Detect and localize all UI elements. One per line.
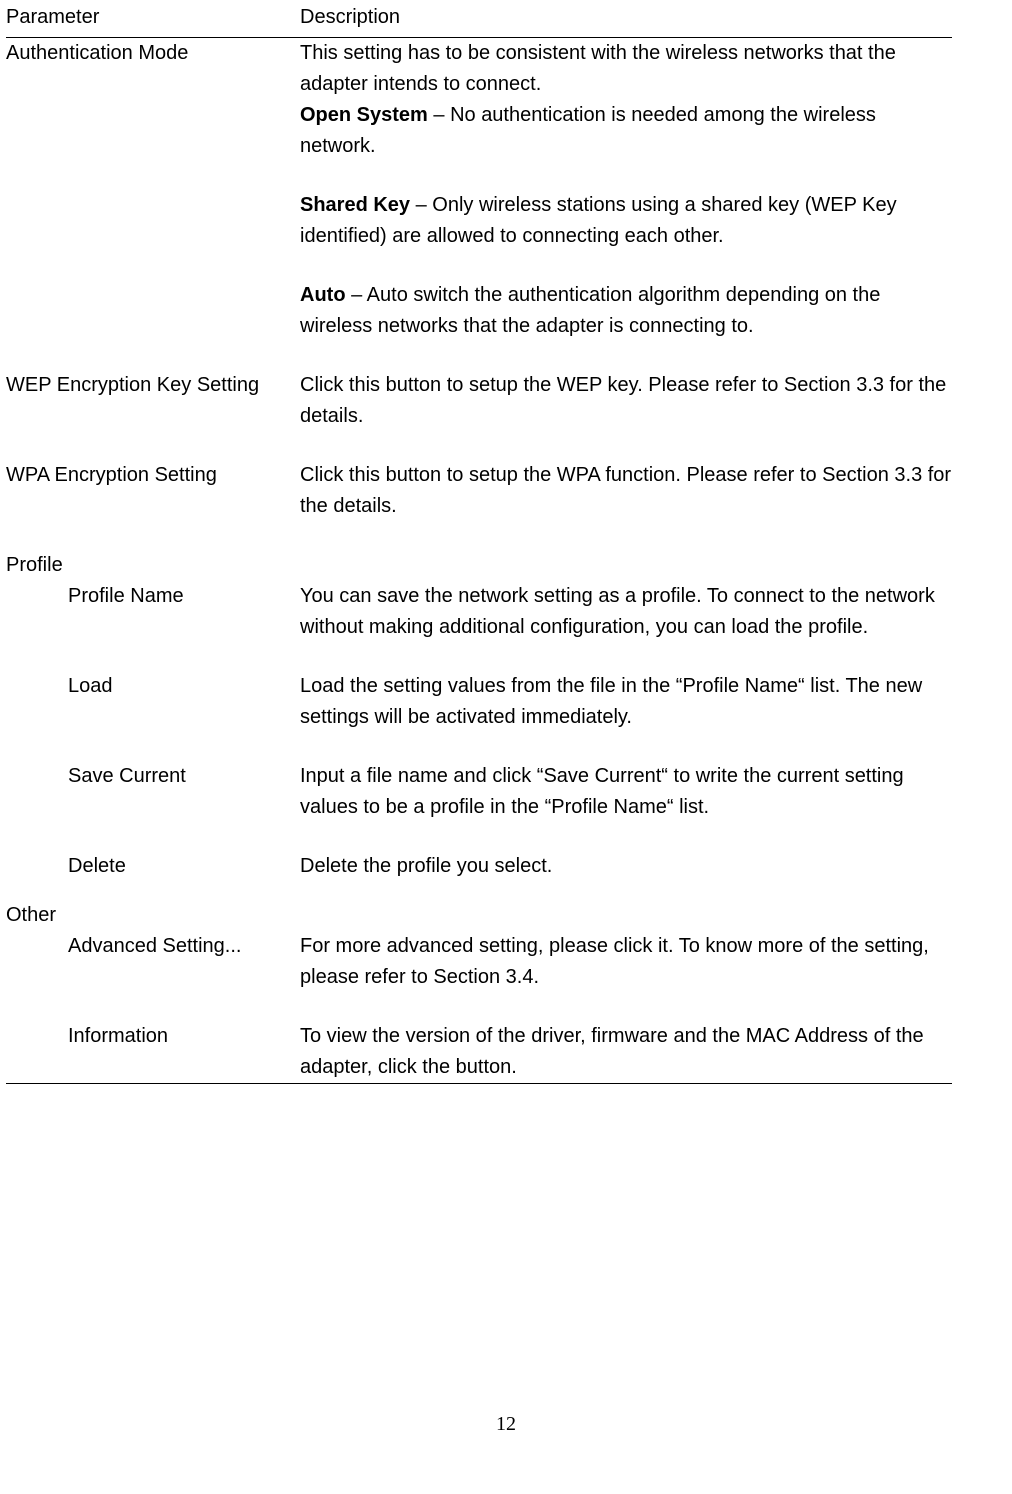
document-page: Parameter Description Authentication Mod… bbox=[0, 0, 1012, 1494]
spacer-row bbox=[6, 823, 952, 851]
param-information: Information bbox=[6, 1021, 300, 1052]
param-delete: Delete bbox=[6, 851, 300, 882]
auth-auto: Auto – Auto switch the authentication al… bbox=[300, 280, 952, 342]
section-row-other: Other bbox=[6, 900, 952, 931]
param-wpa: WPA Encryption Setting bbox=[6, 460, 300, 491]
save-current-desc: Input a file name and click “Save Curren… bbox=[300, 761, 952, 823]
param-save-current: Save Current bbox=[6, 761, 300, 792]
header-parameter: Parameter bbox=[6, 0, 300, 38]
page-number: 12 bbox=[0, 1413, 1012, 1436]
param-wep: WEP Encryption Key Setting bbox=[6, 370, 300, 401]
open-system-label: Open System bbox=[300, 104, 428, 126]
auto-text: – Auto switch the authentication algorit… bbox=[300, 284, 880, 337]
auth-intro: This setting has to be consistent with t… bbox=[300, 38, 952, 100]
load-desc: Load the setting values from the file in… bbox=[300, 671, 952, 733]
param-load: Load bbox=[6, 671, 300, 702]
table-row: Information To view the version of the d… bbox=[6, 1021, 952, 1084]
spacer-row bbox=[6, 993, 952, 1021]
spacer-row bbox=[6, 882, 952, 900]
table-row: Delete Delete the profile you select. bbox=[6, 851, 952, 882]
section-other: Other bbox=[6, 900, 952, 931]
spacer bbox=[300, 252, 952, 280]
auth-shared-key: Shared Key – Only wireless stations usin… bbox=[300, 190, 952, 252]
param-authentication-mode: Authentication Mode bbox=[6, 38, 300, 69]
profile-name-desc: You can save the network setting as a pr… bbox=[300, 581, 952, 643]
spacer-row bbox=[6, 733, 952, 761]
advanced-desc: For more advanced setting, please click … bbox=[300, 931, 952, 993]
section-row-profile: Profile bbox=[6, 550, 952, 581]
delete-desc: Delete the profile you select. bbox=[300, 851, 952, 882]
table-row: Advanced Setting... For more advanced se… bbox=[6, 931, 952, 993]
wep-desc: Click this button to setup the WEP key. … bbox=[300, 370, 952, 432]
table-row: WPA Encryption Setting Click this button… bbox=[6, 460, 952, 522]
section-profile: Profile bbox=[6, 550, 952, 581]
shared-key-label: Shared Key bbox=[300, 194, 410, 216]
spacer bbox=[300, 162, 952, 190]
information-desc: To view the version of the driver, firmw… bbox=[300, 1021, 952, 1083]
table-header-row: Parameter Description bbox=[6, 0, 952, 38]
spacer-row bbox=[6, 522, 952, 550]
parameter-table: Parameter Description Authentication Mod… bbox=[6, 0, 952, 1084]
table-row: Authentication Mode This setting has to … bbox=[6, 38, 952, 343]
spacer-row bbox=[6, 643, 952, 671]
param-profile-name: Profile Name bbox=[6, 581, 300, 612]
auth-open-system: Open System – No authentication is neede… bbox=[300, 100, 952, 162]
auto-label: Auto bbox=[300, 284, 346, 306]
spacer-row bbox=[6, 432, 952, 460]
spacer-row bbox=[6, 342, 952, 370]
table-row: WEP Encryption Key Setting Click this bu… bbox=[6, 370, 952, 432]
param-advanced-setting: Advanced Setting... bbox=[6, 931, 300, 962]
table-row: Profile Name You can save the network se… bbox=[6, 581, 952, 643]
wpa-desc: Click this button to setup the WPA funct… bbox=[300, 460, 952, 522]
table-row: Load Load the setting values from the fi… bbox=[6, 671, 952, 733]
table-row: Save Current Input a file name and click… bbox=[6, 761, 952, 823]
header-description: Description bbox=[300, 0, 952, 38]
